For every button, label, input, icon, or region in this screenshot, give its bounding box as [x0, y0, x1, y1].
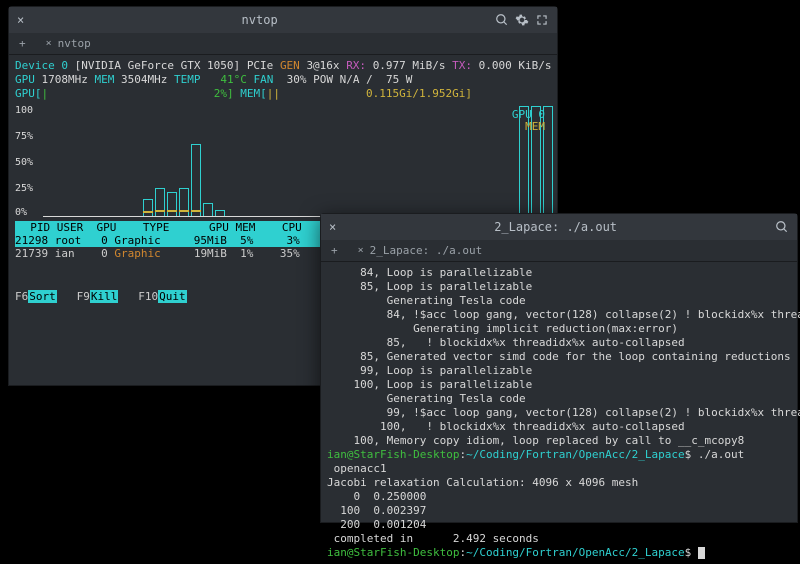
- gear-icon[interactable]: [515, 13, 529, 27]
- tab-label: 2_Lapace: ./a.out: [370, 244, 483, 257]
- plot-bar: [203, 203, 213, 216]
- compiler-output-line: 85, Generated vector simd code for the l…: [327, 350, 791, 364]
- ylabel-50: 50%: [15, 157, 33, 168]
- nvtop-tabbar: + × nvtop: [9, 33, 557, 55]
- program-output-line: 200 0.001204: [327, 518, 791, 532]
- plot-bar: [215, 210, 225, 216]
- compiler-output-line: Generating implicit reduction(max:error): [327, 322, 791, 336]
- prompt-line[interactable]: ian@StarFish-Desktop:~/Coding/Fortran/Op…: [327, 546, 791, 560]
- plot-bar: [143, 199, 153, 216]
- fullscreen-icon[interactable]: [535, 13, 549, 27]
- lapace-body[interactable]: 84, Loop is parallelizable 85, Loop is p…: [321, 262, 797, 564]
- search-icon[interactable]: [495, 13, 509, 27]
- tab-close-icon[interactable]: ×: [46, 38, 52, 49]
- nvtop-titlebar[interactable]: × nvtop: [9, 7, 557, 33]
- tab-nvtop[interactable]: × nvtop: [36, 35, 101, 52]
- lapace-window: × 2_Lapace: ./a.out + × 2_Lapace: ./a.ou…: [320, 213, 798, 523]
- search-icon[interactable]: [775, 220, 789, 234]
- program-output-line: Jacobi relaxation Calculation: 4096 x 40…: [327, 476, 791, 490]
- compiler-output-line: 100, Loop is parallelizable: [327, 378, 791, 392]
- plot-bar: [167, 192, 177, 216]
- program-output-line: 0 0.250000: [327, 490, 791, 504]
- f10-key[interactable]: F10: [138, 290, 158, 303]
- f9-label[interactable]: Kill: [90, 290, 119, 303]
- compiler-output-line: Generating Tesla code: [327, 294, 791, 308]
- lapace-tabbar: + × 2_Lapace: ./a.out: [321, 240, 797, 262]
- tab-close-icon[interactable]: ×: [358, 245, 364, 256]
- plot-bar: [191, 144, 201, 216]
- plot-mem-dash: [143, 211, 153, 213]
- compiler-output-line: 99, Loop is parallelizable: [327, 364, 791, 378]
- program-output-line: openacc1: [327, 462, 791, 476]
- f10-label[interactable]: Quit: [158, 290, 187, 303]
- plot-mem-dash: [167, 210, 177, 212]
- lapace-titlebar[interactable]: × 2_Lapace: ./a.out: [321, 214, 797, 240]
- compiler-output-line: 85, Loop is parallelizable: [327, 280, 791, 294]
- stat-line: GPU 1708MHz MEM 3504MHz TEMP 41°C FAN 30…: [15, 73, 551, 87]
- cursor: [698, 547, 705, 559]
- close-icon[interactable]: ×: [17, 13, 24, 27]
- tab-lapace[interactable]: × 2_Lapace: ./a.out: [348, 242, 493, 259]
- f6-key[interactable]: F6: [15, 290, 28, 303]
- ylabel-100: 100: [15, 105, 33, 116]
- legend-mem: MEM: [512, 121, 545, 133]
- ylabel-25: 25%: [15, 183, 33, 194]
- new-tab-button[interactable]: +: [325, 244, 344, 257]
- command-text: ./a.out: [698, 448, 744, 461]
- compiler-output-line: 99, !$acc loop gang, vector(128) collaps…: [327, 406, 791, 420]
- window-title: 2_Lapace: ./a.out: [342, 220, 769, 234]
- ylabel-0: 0%: [15, 207, 27, 218]
- window-title: nvtop: [30, 13, 489, 27]
- usage-plot: 100 75% 50% 25% 0% GPU 0 MEM: [43, 107, 547, 217]
- new-tab-button[interactable]: +: [13, 37, 32, 50]
- close-icon[interactable]: ×: [329, 220, 336, 234]
- compiler-output-line: Generating Tesla code: [327, 392, 791, 406]
- compiler-output-line: 100, Memory copy idiom, loop replaced by…: [327, 434, 791, 448]
- prompt-line: ian@StarFish-Desktop:~/Coding/Fortran/Op…: [327, 448, 791, 462]
- plot-legend: GPU 0 MEM: [512, 109, 545, 133]
- ylabel-75: 75%: [15, 131, 33, 142]
- tab-label: nvtop: [58, 37, 91, 50]
- device-line: Device 0 [NVIDIA GeForce GTX 1050] PCIe …: [15, 59, 551, 73]
- gpu-bar: GPU[| 2%] MEM[|| 0.115Gi/1.952Gi]: [15, 87, 551, 101]
- f9-key[interactable]: F9: [77, 290, 90, 303]
- compiler-output-line: 84, !$acc loop gang, vector(128) collaps…: [327, 308, 791, 322]
- compiler-output-line: 85, ! blockidx%x threadidx%x auto-collap…: [327, 336, 791, 350]
- compiler-output-line: 84, Loop is parallelizable: [327, 266, 791, 280]
- program-output-line: 100 0.002397: [327, 504, 791, 518]
- f6-label[interactable]: Sort: [28, 290, 57, 303]
- plot-mem-dash: [179, 210, 189, 212]
- plot-mem-dash: [191, 210, 201, 212]
- program-output-line: completed in 2.492 seconds: [327, 532, 791, 546]
- compiler-output-line: 100, ! blockidx%x threadidx%x auto-colla…: [327, 420, 791, 434]
- plot-mem-dash: [155, 210, 165, 212]
